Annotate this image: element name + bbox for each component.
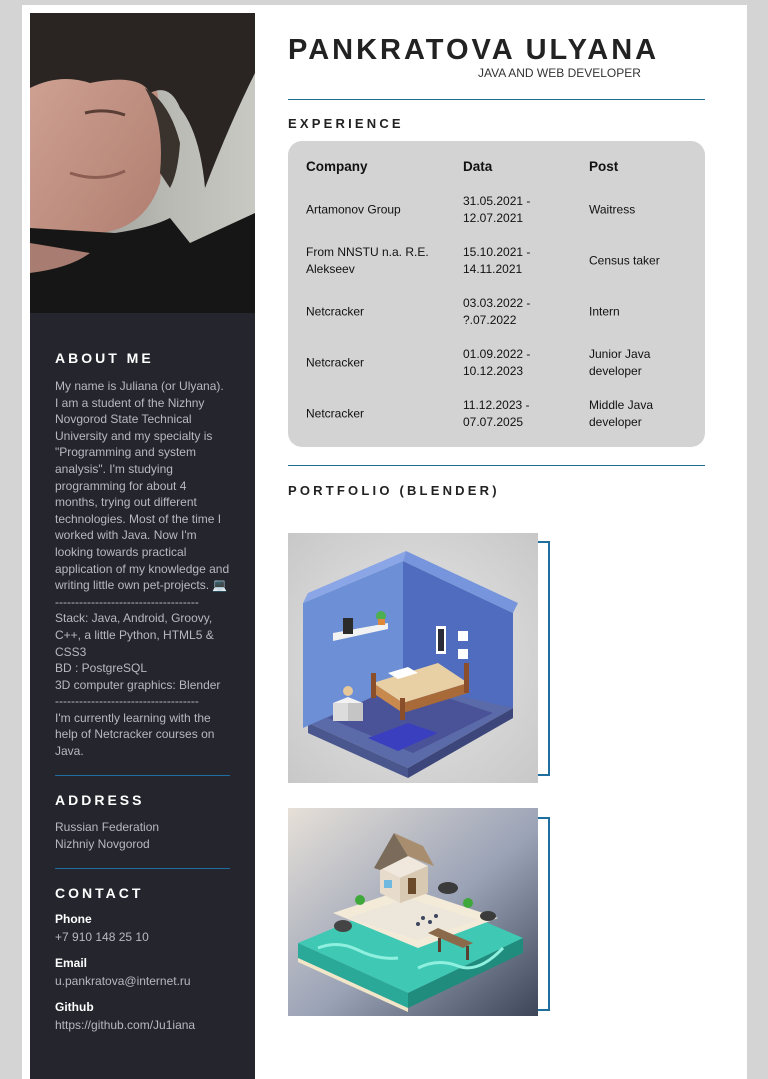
- table-row: From NNSTU n.a. R.E. Alekseev 15.10.2021…: [288, 235, 705, 286]
- company-cell: From NNSTU n.a. R.E. Alekseev: [306, 244, 429, 276]
- table-row: Netcracker 11.12.2023 - 07.07.2025 Middl…: [288, 388, 705, 439]
- column-header-company: Company: [306, 159, 368, 174]
- resume-page: ABOUT ME My name is Juliana (or Ulyana).…: [22, 5, 747, 1079]
- about-paragraph: My name is Juliana (or Ulyana). I am a s…: [55, 379, 233, 593]
- date-cell: 31.05.2021 - 12.07.2021: [463, 193, 531, 225]
- post-cell: Census taker: [589, 253, 660, 267]
- company-cell: Netcracker: [306, 406, 365, 420]
- table-row: Netcracker 03.03.2022 - ?.07.2022 Intern: [288, 286, 705, 337]
- contact-section: CONTACT Phone +7 910 148 25 10 Email u.p…: [55, 885, 230, 1032]
- about-divider: ------------------------------------: [55, 594, 199, 609]
- profile-photo: [30, 13, 255, 313]
- about-title: ABOUT ME: [55, 350, 154, 366]
- post-cell: Junior Java developer: [589, 346, 651, 378]
- post-cell: Middle Java developer: [589, 397, 654, 429]
- post-cell: Waitress: [589, 202, 636, 216]
- portfolio-image-bedroom[interactable]: [288, 533, 538, 783]
- about-db: BD : PostgreSQL: [55, 661, 148, 676]
- column-header-date: Data: [463, 159, 493, 174]
- contact-title: CONTACT: [55, 885, 144, 901]
- address-title: ADDRESS: [55, 792, 145, 808]
- sidebar-divider: [55, 868, 230, 869]
- phone-label: Phone: [55, 912, 92, 926]
- company-cell: Artamonov Group: [306, 202, 401, 216]
- table-row: Artamonov Group 31.05.2021 - 12.07.2021 …: [288, 184, 705, 235]
- company-cell: Netcracker: [306, 304, 365, 318]
- section-divider: [288, 465, 705, 466]
- table-row: Netcracker 01.09.2022 - 10.12.2023 Junio…: [288, 337, 705, 388]
- sidebar-divider: [55, 775, 230, 776]
- experience-title: EXPERIENCE: [288, 116, 404, 131]
- portfolio-title: PORTFOLIO (BLENDER): [288, 483, 500, 498]
- date-cell: 01.09.2022 - 10.12.2023: [463, 346, 531, 378]
- about-text: My name is Juliana (or Ulyana). I am a s…: [55, 378, 230, 760]
- date-cell: 15.10.2021 - 14.11.2021: [463, 244, 531, 276]
- address-city: Nizhniy Novgorod: [55, 837, 150, 851]
- sidebar: ABOUT ME My name is Juliana (or Ulyana).…: [30, 13, 255, 1079]
- date-cell: 11.12.2023 - 07.07.2025: [463, 397, 530, 429]
- header-divider: [288, 99, 705, 100]
- github-link[interactable]: https://github.com/Ju1iana: [55, 1018, 230, 1032]
- job-title: JAVA AND WEB DEVELOPER: [478, 66, 641, 80]
- email-label: Email: [55, 956, 88, 970]
- email-link[interactable]: u.pankratova@internet.ru: [55, 974, 230, 988]
- date-cell: 03.03.2022 - ?.07.2022: [463, 295, 531, 327]
- address-section: ADDRESS Russian Federation Nizhniy Novgo…: [55, 792, 230, 853]
- about-3d: 3D computer graphics: Blender: [55, 677, 221, 692]
- about-stack: Stack: Java, Android, Groovy, C++, a lit…: [55, 611, 218, 659]
- phone-value[interactable]: +7 910 148 25 10: [55, 930, 230, 944]
- column-header-post: Post: [589, 159, 619, 174]
- post-cell: Intern: [589, 304, 620, 318]
- about-learning: I'm currently learning with the help of …: [55, 710, 218, 759]
- portfolio-image-island[interactable]: [288, 808, 538, 1016]
- about-section: ABOUT ME My name is Juliana (or Ulyana).…: [55, 350, 230, 760]
- page-title: PANKRATOVA ULYANA: [288, 34, 660, 66]
- about-divider-2: ------------------------------------: [55, 694, 199, 709]
- experience-table: Company Data Post Artamonov Group 31.05.…: [288, 141, 705, 447]
- company-cell: Netcracker: [306, 355, 365, 369]
- github-label: Github: [55, 1000, 94, 1014]
- address-country: Russian Federation: [55, 820, 160, 834]
